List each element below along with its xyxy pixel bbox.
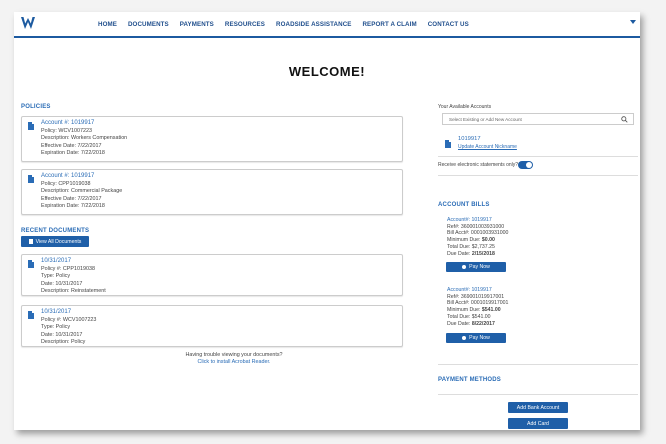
update-nickname-link[interactable]: Update Account Nickname [458,144,517,150]
policy-effective-date: Effective Date: 7/22/2017 [41,195,102,202]
nav-home[interactable]: HOME [98,21,117,28]
account-select[interactable]: Select Existing or Add New Account [442,113,634,125]
trouble-viewing-text: Having trouble viewing your documents? [185,352,283,358]
view-all-documents-button[interactable]: View All Documents [21,236,89,247]
account-bills-heading: ACCOUNT BILLS [438,202,490,208]
document-date-link[interactable]: 10/31/2017 [41,258,106,266]
document-policy: Policy #: WCV1007223 [41,316,97,323]
document-card: 10/31/2017 Policy #: CPP1019038 Type: Po… [21,254,403,296]
bill-minimum-due: Minimum Due: $0.00 [447,237,508,244]
bill-minimum-due-label: Minimum Due: [447,237,482,244]
policy-expiration-date: Expiration Date: 7/22/2018 [41,203,105,209]
nav-contact-us[interactable]: CONTACT US [428,21,469,28]
document-icon [28,239,33,244]
policy-account-link[interactable]: Account #: 1019917 [41,120,127,128]
nav-roadside-assistance[interactable]: ROADSIDE ASSISTANCE [276,21,351,28]
divider [438,394,638,395]
bill-minimum-due-value: $0.00 [481,237,495,244]
search-icon[interactable] [621,116,628,123]
top-navigation: HOME DOCUMENTS PAYMENTS RESOURCES ROADSI… [14,12,640,38]
bill-due-date: Due Date: 8/22/2017 [447,321,508,328]
pay-now-button[interactable]: Pay Now [446,262,506,272]
nav-documents[interactable]: DOCUMENTS [128,21,169,28]
document-date: Date: 10/31/2017 [41,331,83,338]
bill-due-date: Due Date: 2/15/2018 [447,251,508,258]
app-window: HOME DOCUMENTS PAYMENTS RESOURCES ROADSI… [14,12,640,430]
account-select-placeholder: Select Existing or Add New Account [449,116,522,122]
bill-minimum-due-value: $541.00 [481,307,501,314]
bill-account-number: Bill Acct#: 0001019917001 [447,300,509,307]
bill-due-date-label: Due Date: [447,250,472,257]
account-icon [445,140,451,148]
bill-account-link[interactable]: Account#: 1019917 [447,217,508,224]
document-icon [28,311,34,319]
document-policy: Policy #: CPP1019038 [41,265,95,272]
view-all-documents-label: View All Documents [35,238,82,245]
document-icon [28,122,34,130]
bill-ref: Ref#: 360001003931000 [447,223,505,230]
pay-now-button[interactable]: Pay Now [446,333,506,343]
install-acrobat-link[interactable]: Click to install Acrobat Reader. [14,359,454,366]
bill-account-number: Bill Acct#: 0001003931000 [447,230,509,237]
policy-card: Account #: 1019917 Policy: CPP1019038 De… [21,169,403,215]
policy-description: Description: Commercial Package [41,188,123,194]
document-icon [28,260,34,268]
bill-details: Account#: 1019917 Ref#: 369001019917001 … [447,287,508,327]
nav-payments[interactable]: PAYMENTS [180,21,214,28]
company-logo[interactable] [20,15,40,31]
estatements-toggle[interactable] [518,161,533,169]
bill-due-date-value: 8/22/2017 [471,320,495,327]
document-date: Date: 10/31/2017 [41,280,83,287]
add-bank-account-button[interactable]: Add Bank Account [508,402,568,413]
bill-account-link[interactable]: Account#: 1019917 [447,287,508,294]
pay-now-label: Pay Now [469,335,490,341]
bill-minimum-due: Minimum Due: $541.00 [447,307,508,314]
account-number-link[interactable]: 1019917 [458,136,481,142]
page-title: WELCOME! [288,64,366,79]
recent-documents-heading: RECENT DOCUMENTS [21,228,90,234]
divider [438,175,638,176]
pay-icon [462,336,467,340]
document-description: Description: Policy [41,339,86,345]
main-menu: HOME DOCUMENTS PAYMENTS RESOURCES ROADSI… [98,12,480,36]
document-description: Description: Reinstatement [41,288,106,294]
payment-methods-heading: PAYMENT METHODS [438,377,502,383]
bill-details: Account#: 1019917 Ref#: 360001003931000 … [447,217,508,257]
document-card: 10/31/2017 Policy #: WCV1007223 Type: Po… [21,305,403,347]
nav-resources[interactable]: RESOURCES [225,21,265,28]
bill-total-due: Total Due: $2,737.25 [447,243,495,250]
pay-icon [462,265,467,269]
document-type: Type: Policy [41,273,71,279]
policy-number: Policy: WCV1007223 [41,127,92,134]
account-dropdown-icon[interactable] [630,20,636,24]
divider [438,156,638,157]
policy-effective-date: Effective Date: 7/22/2017 [41,142,102,149]
available-accounts-label: Your Available Accounts [438,104,492,110]
document-type: Type: Policy [41,324,71,330]
bill-due-date-label: Due Date: [447,320,472,327]
nav-report-a-claim[interactable]: REPORT A CLAIM [362,21,416,28]
document-date-link[interactable]: 10/31/2017 [41,309,96,317]
pay-now-label: Pay Now [469,264,490,270]
bill-ref: Ref#: 369001019917001 [447,293,505,300]
policies-heading: POLICIES [21,104,51,110]
acrobat-notice: Having trouble viewing your documents? C… [14,352,454,366]
policy-number: Policy: CPP1019038 [41,180,91,187]
policy-account-link[interactable]: Account #: 1019917 [41,173,122,181]
policy-card: Account #: 1019917 Policy: WCV1007223 De… [21,116,403,162]
bill-total-due: Total Due: $541.00 [447,313,491,320]
policy-description: Description: Workers Compensation [41,135,128,141]
add-card-button[interactable]: Add Card [508,418,568,429]
policy-expiration-date: Expiration Date: 7/22/2018 [41,150,105,156]
divider [438,364,638,365]
estatements-label: Receive electronic statements only? [438,162,519,168]
document-icon [28,175,34,183]
bill-minimum-due-label: Minimum Due: [447,307,482,314]
bill-due-date-value: 2/15/2018 [471,250,495,257]
